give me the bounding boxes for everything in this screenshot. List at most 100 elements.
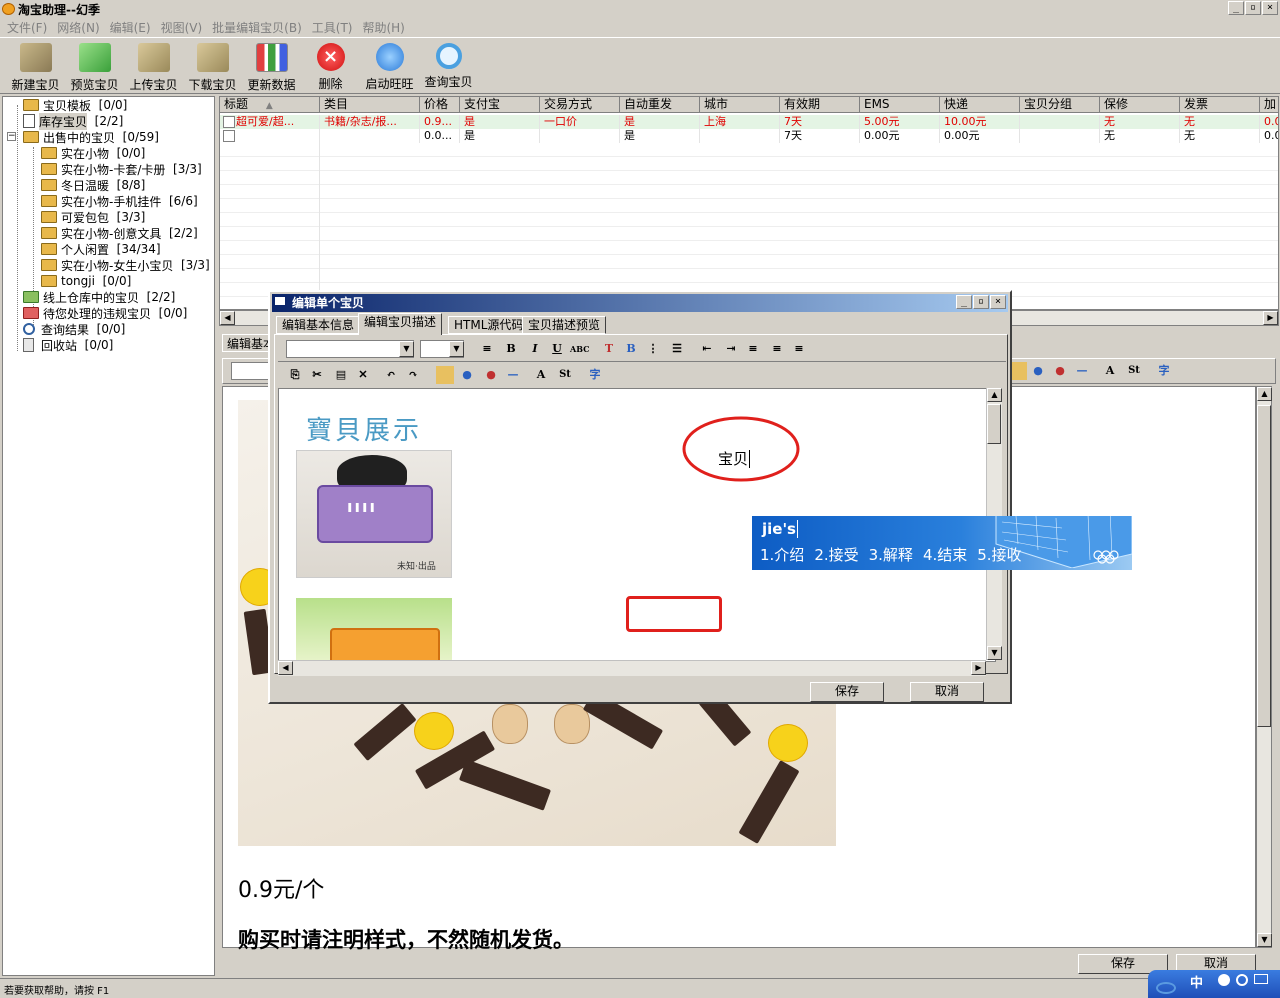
globe-icon[interactable]: ● xyxy=(1029,362,1047,380)
tree-item-inventory[interactable]: 库存宝贝 [2/2] xyxy=(23,112,123,130)
menu-tools[interactable]: 工具(T) xyxy=(307,19,358,36)
column-header[interactable]: 价格 xyxy=(420,97,460,113)
tree-item-category[interactable]: 实在小物-女生小宝贝 [3/3] xyxy=(41,257,210,273)
close-button[interactable]: × xyxy=(1262,1,1278,15)
row-checkbox[interactable] xyxy=(223,116,235,128)
column-header[interactable]: 有效期 xyxy=(780,97,860,113)
minimize-button[interactable]: _ xyxy=(1228,1,1244,15)
preview-item-button[interactable]: 预览宝贝 xyxy=(67,40,122,93)
paste-icon[interactable]: ▤ xyxy=(332,366,350,384)
column-header[interactable]: 发票 xyxy=(1180,97,1260,113)
column-header[interactable]: 保修 xyxy=(1100,97,1180,113)
menu-edit[interactable]: 编辑(E) xyxy=(105,19,156,36)
menu-batch-edit[interactable]: 批量编辑宝贝(B) xyxy=(207,19,307,36)
dialog-minimize-button[interactable]: _ xyxy=(956,295,972,309)
ime-candidate[interactable]: 4.结束 xyxy=(923,544,967,565)
scroll-thumb[interactable] xyxy=(1257,405,1271,727)
scroll-up-icon[interactable]: ▲ xyxy=(1257,387,1272,401)
outdent-icon[interactable]: ⇤ xyxy=(698,340,716,358)
bold-icon[interactable]: B xyxy=(502,340,520,358)
strikethrough-icon[interactable]: St xyxy=(556,366,574,384)
dialog-restore-button[interactable]: ▫ xyxy=(973,295,989,309)
italic-icon[interactable]: I xyxy=(526,340,544,358)
bullet-list-icon[interactable]: ☰ xyxy=(668,340,686,358)
keyboard-icon[interactable] xyxy=(1254,974,1268,984)
scroll-left-icon[interactable]: ◀ xyxy=(278,661,293,675)
font-size-icon[interactable]: A xyxy=(532,366,550,384)
scroll-down-icon[interactable]: ▼ xyxy=(1257,933,1272,947)
column-header[interactable]: 加 xyxy=(1260,97,1278,113)
delete-icon[interactable]: ✕ xyxy=(354,366,372,384)
column-header[interactable]: EMS xyxy=(860,97,940,113)
restore-button[interactable]: ▫ xyxy=(1245,1,1261,15)
tab-description-preview[interactable]: 宝贝描述预览 xyxy=(522,316,607,334)
cut-icon[interactable]: ✂ xyxy=(308,366,326,384)
special-char-icon[interactable]: 字 xyxy=(1155,362,1173,380)
font-family-select[interactable]: ▼ xyxy=(286,340,414,358)
upload-item-button[interactable]: 上传宝贝 xyxy=(126,40,181,93)
copy-icon[interactable]: ⎘ xyxy=(286,366,304,384)
tree-item-category[interactable]: 个人闲置 [34/34] xyxy=(41,241,161,257)
tree-item-category[interactable]: 实在小物-卡套/卡册 [3/3] xyxy=(41,161,202,177)
tree-item-on-sale[interactable]: 出售中的宝贝 [0/59] xyxy=(23,129,159,145)
tab-edit-description[interactable]: 编辑宝贝描述 xyxy=(358,313,443,335)
tree-item-category[interactable]: 冬日温暖 [8/8] xyxy=(41,177,145,193)
chevron-down-icon[interactable]: ▼ xyxy=(449,341,464,357)
half-width-icon[interactable] xyxy=(1218,974,1230,986)
tree-item-online-warehouse[interactable]: 线上仓库中的宝贝 [2/2] xyxy=(23,289,175,305)
column-header[interactable]: 宝贝分组 xyxy=(1020,97,1100,113)
scroll-left-icon[interactable]: ◀ xyxy=(220,311,235,325)
tree-item-category[interactable]: 可爱包包 [3/3] xyxy=(41,209,145,225)
tree-item-query-results[interactable]: 查询结果 [0/0] xyxy=(23,321,125,337)
dialog-cancel-button[interactable]: 取消 xyxy=(910,682,984,702)
editor-horizontal-scrollbar[interactable]: ◀ ▶ xyxy=(278,660,986,676)
strikethrough-icon[interactable]: St xyxy=(1125,362,1143,380)
ime-candidate[interactable]: 2.接受 xyxy=(814,544,858,565)
query-item-button[interactable]: 查询宝贝 xyxy=(421,40,476,93)
menu-network[interactable]: 网络(N) xyxy=(52,19,104,36)
text-color-icon[interactable]: T xyxy=(600,340,618,358)
font-size-icon[interactable]: A xyxy=(1101,362,1119,380)
ime-candidate[interactable]: 5.接收 xyxy=(977,544,1021,565)
launch-wangwang-button[interactable]: 启动旺旺 xyxy=(362,40,417,93)
column-header[interactable]: 自动重发 xyxy=(620,97,700,113)
scroll-down-icon[interactable]: ▼ xyxy=(987,646,1002,660)
tree-item-recycle-bin[interactable]: 回收站 [0/0] xyxy=(23,337,113,353)
indent-icon[interactable]: ⇥ xyxy=(722,340,740,358)
underline-icon[interactable]: U xyxy=(548,340,566,358)
ime-tray[interactable]: 中 xyxy=(1148,970,1280,998)
scroll-thumb[interactable] xyxy=(987,404,1001,444)
align-right-icon[interactable]: ≡ xyxy=(790,340,808,358)
download-item-button[interactable]: 下载宝贝 xyxy=(185,40,240,93)
dialog-save-button[interactable]: 保存 xyxy=(810,682,884,702)
column-header[interactable]: 支付宝 xyxy=(460,97,540,113)
tab-edit-basic-info[interactable]: 编辑基本信息 xyxy=(276,316,361,334)
globe-icon[interactable]: ● xyxy=(458,366,476,384)
scroll-up-icon[interactable]: ▲ xyxy=(987,388,1002,402)
new-item-button[interactable]: 新建宝贝 xyxy=(8,40,63,93)
punctuation-icon[interactable] xyxy=(1236,974,1248,986)
align-center-icon[interactable]: ≡ xyxy=(768,340,786,358)
spellcheck-icon[interactable]: ABC xyxy=(570,340,589,358)
scroll-right-icon[interactable]: ▶ xyxy=(971,661,986,675)
horizontal-rule-icon[interactable]: — xyxy=(1073,362,1091,380)
image-icon[interactable] xyxy=(436,366,454,384)
tree-item-category[interactable]: 实在小物-创意文具 [2/2] xyxy=(41,225,198,241)
ime-candidate[interactable]: 1.介绍 xyxy=(760,544,804,565)
ime-candidate[interactable]: 3.解释 xyxy=(869,544,913,565)
font-size-select[interactable]: ▼ xyxy=(420,340,464,358)
align-left-icon[interactable]: ≡ xyxy=(744,340,762,358)
menu-help[interactable]: 帮助(H) xyxy=(357,19,409,36)
special-char-icon[interactable]: 字 xyxy=(586,366,604,384)
numbered-list-icon[interactable]: ⋮ xyxy=(644,340,662,358)
column-header-title[interactable]: 标题 ▲ xyxy=(220,97,320,113)
delete-button[interactable]: × 删除 xyxy=(303,40,358,93)
undo-icon[interactable]: ↶ xyxy=(382,366,400,384)
ime-mode-indicator[interactable]: 中 xyxy=(1190,972,1203,991)
paragraph-format-icon[interactable]: ≡ xyxy=(478,340,496,358)
tree-item-violations[interactable]: 待您处理的违规宝贝 [0/0] xyxy=(23,305,187,321)
tree-item-category[interactable]: 实在小物-手机挂件 [6/6] xyxy=(41,193,198,209)
column-header[interactable]: 交易方式 xyxy=(540,97,620,113)
horizontal-rule-icon[interactable]: — xyxy=(504,366,522,384)
column-header[interactable]: 城市 xyxy=(700,97,780,113)
